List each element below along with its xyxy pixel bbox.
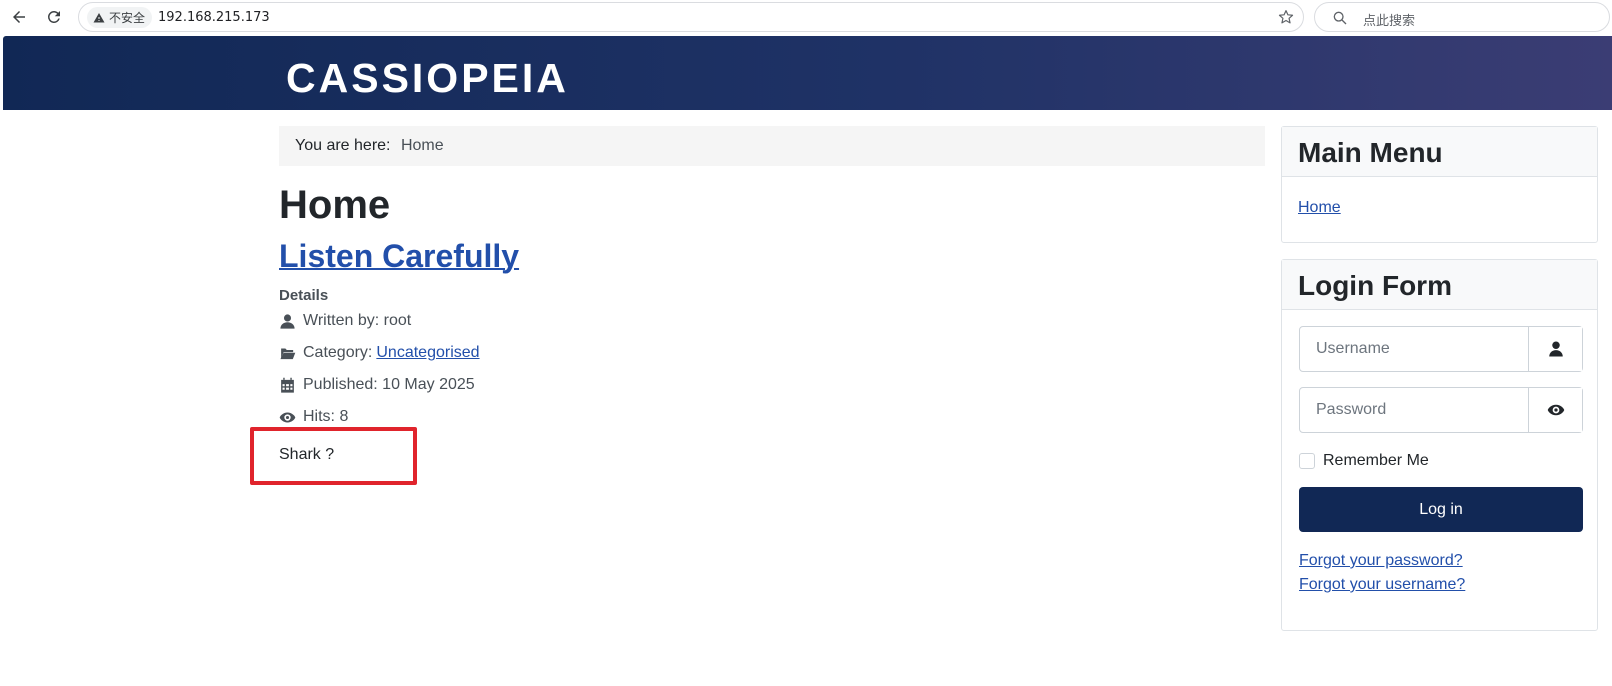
login-form-title: Login Form: [1282, 260, 1597, 310]
calendar-icon: [281, 377, 294, 393]
search-placeholder: 点此搜索: [1363, 14, 1416, 29]
main-menu-item-home[interactable]: Home: [1298, 199, 1341, 217]
highlight-annotation-box: [250, 427, 417, 485]
search-icon: [1333, 11, 1347, 25]
forgot-username-link[interactable]: Forgot your username?: [1299, 573, 1581, 597]
site-header: CASSIOPEIA: [3, 36, 1612, 110]
category-link[interactable]: Uncategorised: [376, 344, 479, 362]
remember-me-checkbox[interactable]: [1299, 453, 1315, 469]
browser-toolbar: 不安全 192.168.215.173 点此搜索: [0, 0, 1612, 34]
security-indicator[interactable]: 不安全: [87, 7, 153, 28]
back-arrow-icon: [13, 11, 25, 23]
published-text: Published: 10 May 2025: [303, 376, 475, 393]
back-button[interactable]: [6, 4, 32, 30]
page-title: Home: [279, 183, 391, 227]
breadcrumb: You are here: Home: [279, 126, 1265, 166]
address-bar[interactable]: 不安全 192.168.215.173: [78, 2, 1304, 32]
main-menu-module: Main Menu Home: [1281, 126, 1598, 243]
meta-hits: Hits: 8: [279, 408, 348, 426]
user-icon: [280, 313, 295, 329]
breadcrumb-current: Home: [400, 137, 444, 154]
username-input-group: Username: [1299, 326, 1583, 372]
site-brand-logo[interactable]: CASSIOPEIA: [286, 55, 569, 102]
forgot-password-link[interactable]: Forgot your password?: [1299, 549, 1581, 573]
browser-search-box[interactable]: 点此搜索: [1314, 2, 1610, 32]
reload-button[interactable]: [41, 4, 67, 30]
category-label: Category:: [303, 344, 373, 361]
username-addon: [1529, 327, 1582, 371]
login-form-module: Login Form Username Password Remember Me…: [1281, 259, 1598, 631]
reload-icon: [47, 10, 60, 23]
details-heading: Details: [279, 287, 329, 304]
author-text: Written by: root: [303, 312, 412, 329]
hits-text: Hits: 8: [303, 408, 349, 425]
meta-author: Written by: root: [279, 312, 411, 330]
warning-icon: [93, 12, 105, 22]
show-password-button[interactable]: [1529, 388, 1582, 432]
meta-category: Category: Uncategorised: [279, 344, 480, 362]
password-input[interactable]: Password: [1300, 388, 1529, 432]
article-title-link[interactable]: Listen Carefully: [279, 238, 519, 275]
remember-me-row: Remember Me: [1299, 452, 1581, 470]
folder-open-icon: [280, 348, 296, 359]
password-input-group: Password: [1299, 387, 1583, 433]
eye-icon: [279, 412, 296, 422]
bookmark-star-icon[interactable]: [1277, 8, 1295, 26]
url-text[interactable]: 192.168.215.173: [158, 10, 270, 25]
username-input[interactable]: Username: [1300, 327, 1529, 371]
login-button[interactable]: Log in: [1299, 487, 1583, 532]
remember-me-label[interactable]: Remember Me: [1323, 452, 1429, 470]
main-menu-title: Main Menu: [1282, 127, 1597, 177]
breadcrumb-prefix: You are here:: [295, 137, 391, 154]
meta-published: Published: 10 May 2025: [279, 376, 475, 394]
security-label: 不安全: [109, 11, 146, 25]
eye-icon: [1547, 404, 1564, 416]
user-icon: [1548, 341, 1563, 357]
